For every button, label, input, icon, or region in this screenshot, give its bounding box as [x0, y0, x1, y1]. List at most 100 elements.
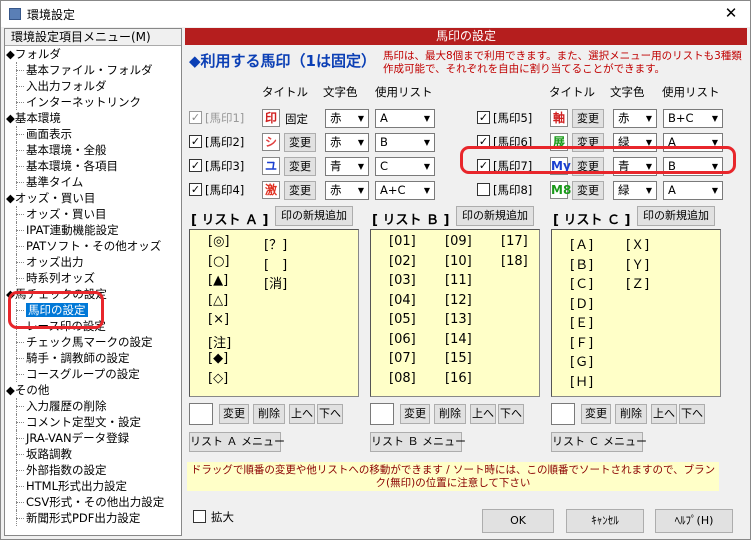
list-up-button[interactable]: 上へ: [470, 404, 496, 424]
tree-item[interactable]: オッズ・買い目: [5, 206, 181, 222]
list-delete-button[interactable]: 削除: [615, 404, 647, 424]
list-delete-button[interactable]: 削除: [253, 404, 285, 424]
tree-item[interactable]: コースグループの設定: [5, 366, 181, 382]
list-menu-button[interactable]: リスト Ｂ メニュー: [370, 432, 466, 452]
list-item[interactable]: [Ｈ]: [570, 371, 593, 390]
list-item[interactable]: [01]: [389, 234, 416, 249]
tree-item[interactable]: CSV形式・その他出力設定: [5, 494, 181, 510]
list-item[interactable]: [Ｘ]: [626, 234, 649, 253]
mark-checkbox[interactable]: ✓: [189, 159, 202, 172]
list-item[interactable]: [09]: [445, 234, 472, 249]
list-edit-input[interactable]: [551, 403, 575, 425]
mark-color-select[interactable]: 青 ▼: [325, 157, 369, 176]
tree-item[interactable]: 入力履歴の削除: [5, 398, 181, 414]
tree-item[interactable]: 入出力フォルダ: [5, 78, 181, 94]
tree-item[interactable]: JRA-VANデータ登録: [5, 430, 181, 446]
list-item[interactable]: [11]: [445, 273, 472, 288]
list-delete-button[interactable]: 削除: [434, 404, 466, 424]
mark-list-select[interactable]: C ▼: [375, 157, 435, 176]
mark-checkbox[interactable]: ✓: [477, 111, 490, 124]
mark-change-button[interactable]: 変更: [284, 157, 316, 176]
tree-category[interactable]: ◆フォルダ: [5, 46, 181, 62]
list-box[interactable]: [01] [02] [03] [04] [05] [06] [07] [08] [09] [10]…: [370, 229, 540, 397]
tree-item[interactable]: チェック馬マークの設定: [5, 334, 181, 350]
list-change-button[interactable]: 変更: [400, 404, 430, 424]
list-item[interactable]: [13]: [445, 312, 472, 327]
list-item[interactable]: [16]: [445, 371, 472, 386]
list-menu-button[interactable]: リスト Ａ メニュー: [189, 432, 285, 452]
list-item[interactable]: [○]: [208, 254, 230, 269]
add-mark-button[interactable]: 印の新規追加: [637, 206, 715, 226]
tree-item[interactable]: 基本ファイル・フォルダ: [5, 62, 181, 78]
list-change-button[interactable]: 変更: [219, 404, 249, 424]
tree-item[interactable]: 画面表示: [5, 126, 181, 142]
list-item[interactable]: [10]: [445, 254, 472, 269]
list-up-button[interactable]: 上へ: [289, 404, 315, 424]
mark-change-button[interactable]: 変更: [284, 133, 316, 152]
list-box[interactable]: [Ａ] [Ｂ] [Ｃ] [Ｄ] [Ｅ] [Ｆ] [Ｇ] [Ｈ] [Ｘ] [Ｙ] [Ｚ]: [551, 229, 721, 397]
help-button[interactable]: ﾍﾙﾌﾟ(H): [655, 509, 733, 533]
list-edit-input[interactable]: [370, 403, 394, 425]
close-icon[interactable]: ✕: [720, 4, 742, 22]
list-change-button[interactable]: 変更: [581, 404, 611, 424]
add-mark-button[interactable]: 印の新規追加: [456, 206, 534, 226]
mark-color-select[interactable]: 赤 ▼: [325, 109, 369, 128]
mark-list-select[interactable]: B+C ▼: [663, 109, 723, 128]
mark-color-select[interactable]: 緑 ▼: [613, 181, 657, 200]
tree-item[interactable]: IPAT連動機能設定: [5, 222, 181, 238]
list-edit-input[interactable]: [189, 403, 213, 425]
list-item[interactable]: [Ｃ]: [570, 273, 593, 292]
tree-item[interactable]: 騎手・調教師の設定: [5, 350, 181, 366]
mark-checkbox[interactable]: ✓: [189, 135, 202, 148]
list-item[interactable]: [Ｚ]: [626, 273, 649, 292]
list-item[interactable]: [Ａ]: [570, 234, 593, 253]
list-down-button[interactable]: 下へ: [679, 404, 705, 424]
tree-item[interactable]: 外部指数の設定: [5, 462, 181, 478]
mark-change-button[interactable]: 変更: [284, 181, 316, 200]
list-item[interactable]: [△]: [208, 293, 228, 308]
mark-color-select[interactable]: 赤 ▼: [613, 109, 657, 128]
list-item[interactable]: [◆]: [208, 351, 228, 366]
tree-item[interactable]: 基本環境・全般: [5, 142, 181, 158]
list-item[interactable]: [◇]: [208, 371, 228, 386]
list-item[interactable]: [Ｙ]: [626, 254, 649, 273]
cancel-button[interactable]: ｷｬﾝｾﾙ: [566, 509, 644, 533]
list-item[interactable]: [02]: [389, 254, 416, 269]
mark-checkbox[interactable]: [477, 183, 490, 196]
list-item[interactable]: [Ｅ]: [570, 312, 593, 331]
mark-color-select[interactable]: 赤 ▼: [325, 181, 369, 200]
list-item[interactable]: [Ｂ]: [570, 254, 593, 273]
list-item[interactable]: [◎]: [208, 234, 230, 249]
tree-item[interactable]: オッズ出力: [5, 254, 181, 270]
list-item[interactable]: [ ]: [264, 254, 287, 273]
list-item[interactable]: [Ｇ]: [570, 351, 593, 370]
list-item[interactable]: [05]: [389, 312, 416, 327]
tree-item[interactable]: インターネットリンク: [5, 94, 181, 110]
list-down-button[interactable]: 下へ: [498, 404, 524, 424]
list-down-button[interactable]: 下へ: [317, 404, 343, 424]
list-item[interactable]: [17]: [501, 234, 528, 249]
mark-checkbox[interactable]: ✓: [189, 183, 202, 196]
tree-category[interactable]: ◆その他: [5, 382, 181, 398]
mark-list-select[interactable]: A ▼: [375, 109, 435, 128]
list-item[interactable]: [12]: [445, 293, 472, 308]
tree-item[interactable]: 基本環境・各項目: [5, 158, 181, 174]
tree-item[interactable]: 基準タイム: [5, 174, 181, 190]
list-item[interactable]: [18]: [501, 254, 528, 269]
tree-item[interactable]: 時系列オッズ: [5, 270, 181, 286]
list-item[interactable]: [▲]: [208, 273, 228, 288]
tree-item[interactable]: 坂路調教: [5, 446, 181, 462]
list-menu-button[interactable]: リスト Ｃ メニュー: [551, 432, 647, 452]
list-item[interactable]: [15]: [445, 351, 472, 366]
list-item[interactable]: [06]: [389, 332, 416, 347]
ok-button[interactable]: OK: [482, 509, 554, 533]
list-item[interactable]: [消]: [264, 273, 287, 292]
list-item[interactable]: [×]: [208, 312, 229, 327]
mark-list-select[interactable]: A ▼: [663, 181, 723, 200]
list-up-button[interactable]: 上へ: [651, 404, 677, 424]
list-item[interactable]: [14]: [445, 332, 472, 347]
mark-list-select[interactable]: A+C ▼: [375, 181, 435, 200]
list-item[interactable]: [08]: [389, 371, 416, 386]
list-item[interactable]: [Ｆ]: [570, 332, 593, 351]
mark-change-button[interactable]: 変更: [572, 109, 604, 128]
